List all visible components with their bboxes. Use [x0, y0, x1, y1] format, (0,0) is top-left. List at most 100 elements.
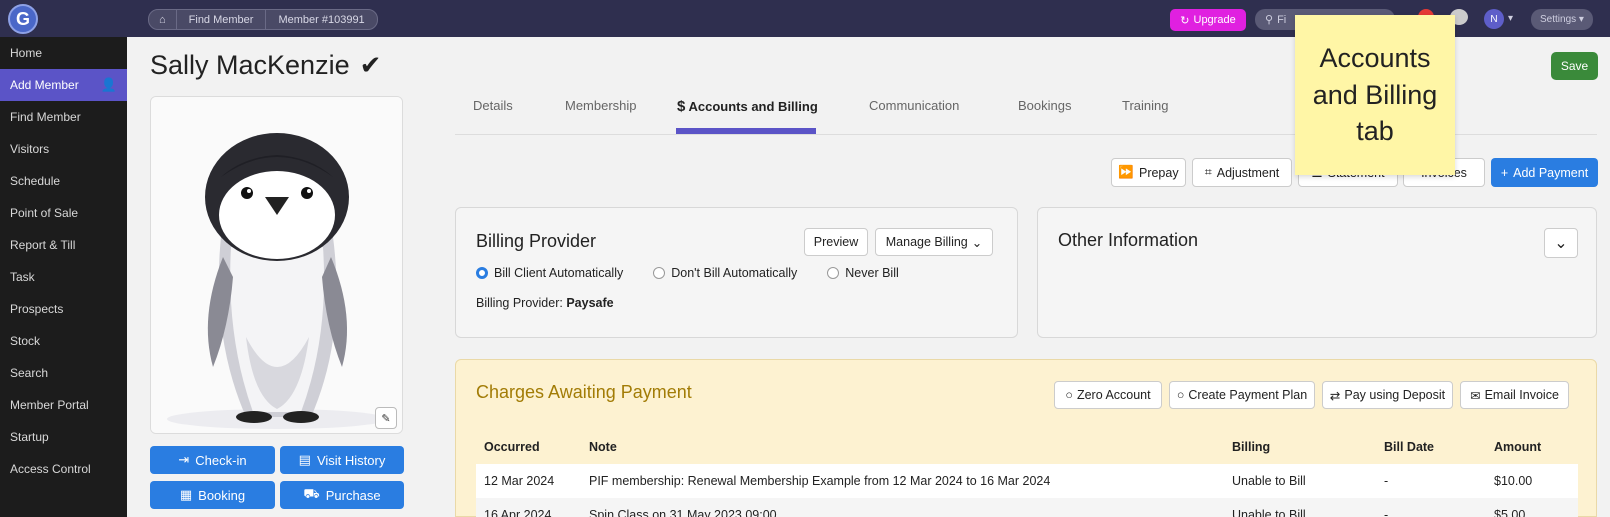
charges-awaiting-payment-panel: Charges Awaiting Payment ○ Zero Account …	[455, 359, 1597, 517]
app-logo[interactable]: G	[8, 4, 38, 34]
breadcrumb: ⌂ Find Member Member #103991	[148, 9, 378, 30]
expand-button[interactable]: ⌄	[1544, 228, 1578, 258]
cell-note: Spin Class on 31 May 2023 09:00	[589, 508, 777, 517]
tab-communication[interactable]: Communication	[869, 98, 959, 113]
column-header[interactable]: Bill Date	[1384, 440, 1494, 454]
tab-details[interactable]: Details	[473, 98, 513, 113]
checkin-button[interactable]: ⇥ Check-in	[150, 446, 275, 474]
breadcrumb-find-member[interactable]: Find Member	[177, 10, 267, 29]
sidebar-item-point-of-sale[interactable]: Point of Sale	[0, 197, 127, 229]
add-payment-button[interactable]: + Add Payment	[1491, 158, 1598, 187]
radio-empty-icon	[827, 267, 840, 279]
sidebar-item-visitors[interactable]: Visitors	[0, 133, 127, 165]
radio-bill-client-automatically[interactable]: Bill Client Automatically	[476, 266, 623, 280]
pay-using-deposit-button[interactable]: ⇄ Pay using Deposit	[1322, 381, 1453, 409]
home-icon[interactable]: ⌂	[149, 10, 177, 29]
sidebar-item-find-member[interactable]: Find Member	[0, 101, 127, 133]
sidebar-item-task[interactable]: Task	[0, 261, 127, 293]
circle-icon: ○	[1065, 388, 1073, 402]
cell-amount: $10.00	[1494, 474, 1533, 488]
settings-label: Settings	[1540, 14, 1577, 25]
booking-button[interactable]: ▦ Booking	[150, 481, 275, 509]
sidebar-item-startup[interactable]: Startup	[0, 421, 127, 453]
tab-accounts-and-billing[interactable]: $ Accounts and Billing	[677, 98, 818, 115]
column-header[interactable]: Note	[589, 440, 1232, 454]
upgrade-label: Upgrade	[1193, 14, 1236, 26]
prepay-button[interactable]: ⏩ Prepay	[1111, 158, 1186, 187]
save-button[interactable]: Save	[1551, 52, 1598, 80]
zero-account-button[interactable]: ○ Zero Account	[1054, 381, 1162, 409]
circle-icon: ○	[1176, 388, 1185, 402]
envelope-icon: ✉	[1470, 388, 1481, 403]
avatar[interactable]: N	[1484, 9, 1504, 29]
chevron-down-icon: ⌄	[971, 235, 983, 250]
cell-note: PIF membership: Renewal Membership Examp…	[589, 474, 1051, 488]
fast-forward-icon: ⏩	[1118, 165, 1134, 179]
tab-training[interactable]: Training	[1122, 98, 1168, 113]
sidebar-item-home[interactable]: Home	[0, 37, 127, 69]
table-row[interactable]: 12 Mar 2024 PIF membership: Renewal Memb…	[476, 464, 1578, 498]
upgrade-button[interactable]: ↻ Upgrade	[1170, 9, 1246, 31]
settings-button[interactable]: Settings ▾	[1531, 9, 1593, 30]
sidebar-item-add-member[interactable]: Add Member 👤	[0, 69, 127, 101]
cell-amount: $5.00	[1494, 508, 1526, 517]
charges-table: Occurred Note Billing Bill Date Amount 1…	[476, 430, 1578, 517]
radio-never-bill[interactable]: Never Bill	[827, 266, 899, 280]
cell-billing: Unable to Bill	[1232, 508, 1306, 517]
sidebar-item-access-control[interactable]: Access Control	[0, 453, 127, 485]
dollar-icon: $	[677, 98, 686, 115]
cart-icon: ⛟	[303, 486, 320, 501]
adjustment-button[interactable]: ⌗ Adjustment	[1192, 158, 1292, 187]
preview-button[interactable]: Preview	[804, 228, 868, 256]
cell-occurred: 16 Apr 2024	[484, 508, 552, 517]
member-name: Sally MacKenzie	[150, 50, 350, 80]
visit-history-button[interactable]: ▤ Visit History	[280, 446, 404, 474]
sidebar: Home Add Member 👤 Find Member Visitors Sc…	[0, 37, 127, 517]
cell-occurred: 12 Mar 2024	[484, 474, 555, 488]
sidebar-item-schedule[interactable]: Schedule	[0, 165, 127, 197]
sidebar-item-search[interactable]: Search	[0, 357, 127, 389]
chevron-down-icon[interactable]: ▾	[1508, 13, 1513, 24]
column-header[interactable]: Occurred	[476, 440, 589, 454]
penguin-image	[151, 97, 402, 433]
sidebar-item-stock[interactable]: Stock	[0, 325, 127, 357]
other-information-panel: Other Information ⌄	[1037, 207, 1597, 338]
radio-dont-bill-automatically[interactable]: Don't Bill Automatically	[653, 266, 797, 280]
cell-bill-date: -	[1384, 508, 1389, 517]
refresh-icon: ↻	[1180, 14, 1190, 27]
person-icon: 👤	[100, 77, 117, 92]
sidebar-item-report-till[interactable]: Report & Till	[0, 229, 127, 261]
billing-provider-panel: Billing Provider Preview Manage Billing …	[455, 207, 1018, 338]
sidebar-item-member-portal[interactable]: Member Portal	[0, 389, 127, 421]
manage-billing-button[interactable]: Manage Billing ⌄	[875, 228, 993, 256]
radio-selected-icon	[476, 267, 488, 279]
cell-billing: Unable to Bill	[1232, 474, 1306, 488]
cell-bill-date: -	[1384, 474, 1389, 488]
purchase-button[interactable]: ⛟ Purchase	[280, 481, 404, 509]
sidebar-item-prospects[interactable]: Prospects	[0, 293, 127, 325]
chevron-down-icon: ⌄	[1554, 235, 1568, 252]
tab-bookings[interactable]: Bookings	[1018, 98, 1071, 113]
billing-provider-value: Paysafe	[566, 296, 614, 310]
exchange-icon: ⇄	[1329, 388, 1341, 403]
edit-photo-button[interactable]: ✎	[375, 407, 397, 429]
calendar-icon: ▦	[179, 487, 193, 502]
tab-membership[interactable]: Membership	[565, 98, 637, 113]
member-photo	[150, 96, 403, 434]
email-invoice-button[interactable]: ✉ Email Invoice	[1460, 381, 1569, 409]
create-payment-plan-button[interactable]: ○ Create Payment Plan	[1169, 381, 1315, 409]
checkin-icon: ⇥	[178, 452, 190, 467]
document-icon: ▤	[298, 452, 311, 467]
table-row[interactable]: 16 Apr 2024 Spin Class on 31 May 2023 09…	[476, 498, 1578, 517]
charges-title: Charges Awaiting Payment	[476, 382, 692, 402]
billing-option-group: Bill Client Automatically Don't Bill Aut…	[476, 266, 899, 280]
sticky-note: Accounts and Billing tab	[1295, 15, 1455, 175]
other-information-title: Other Information	[1058, 230, 1199, 250]
column-header[interactable]: Billing	[1232, 440, 1384, 454]
billing-provider-title: Billing Provider	[476, 231, 597, 251]
pencil-icon: ✎	[381, 412, 391, 425]
page-title: Sally MacKenzie ✔	[150, 50, 381, 81]
search-icon: ⚲	[1265, 14, 1274, 26]
column-header[interactable]: Amount	[1494, 440, 1578, 454]
breadcrumb-member-id[interactable]: Member #103991	[266, 10, 376, 29]
